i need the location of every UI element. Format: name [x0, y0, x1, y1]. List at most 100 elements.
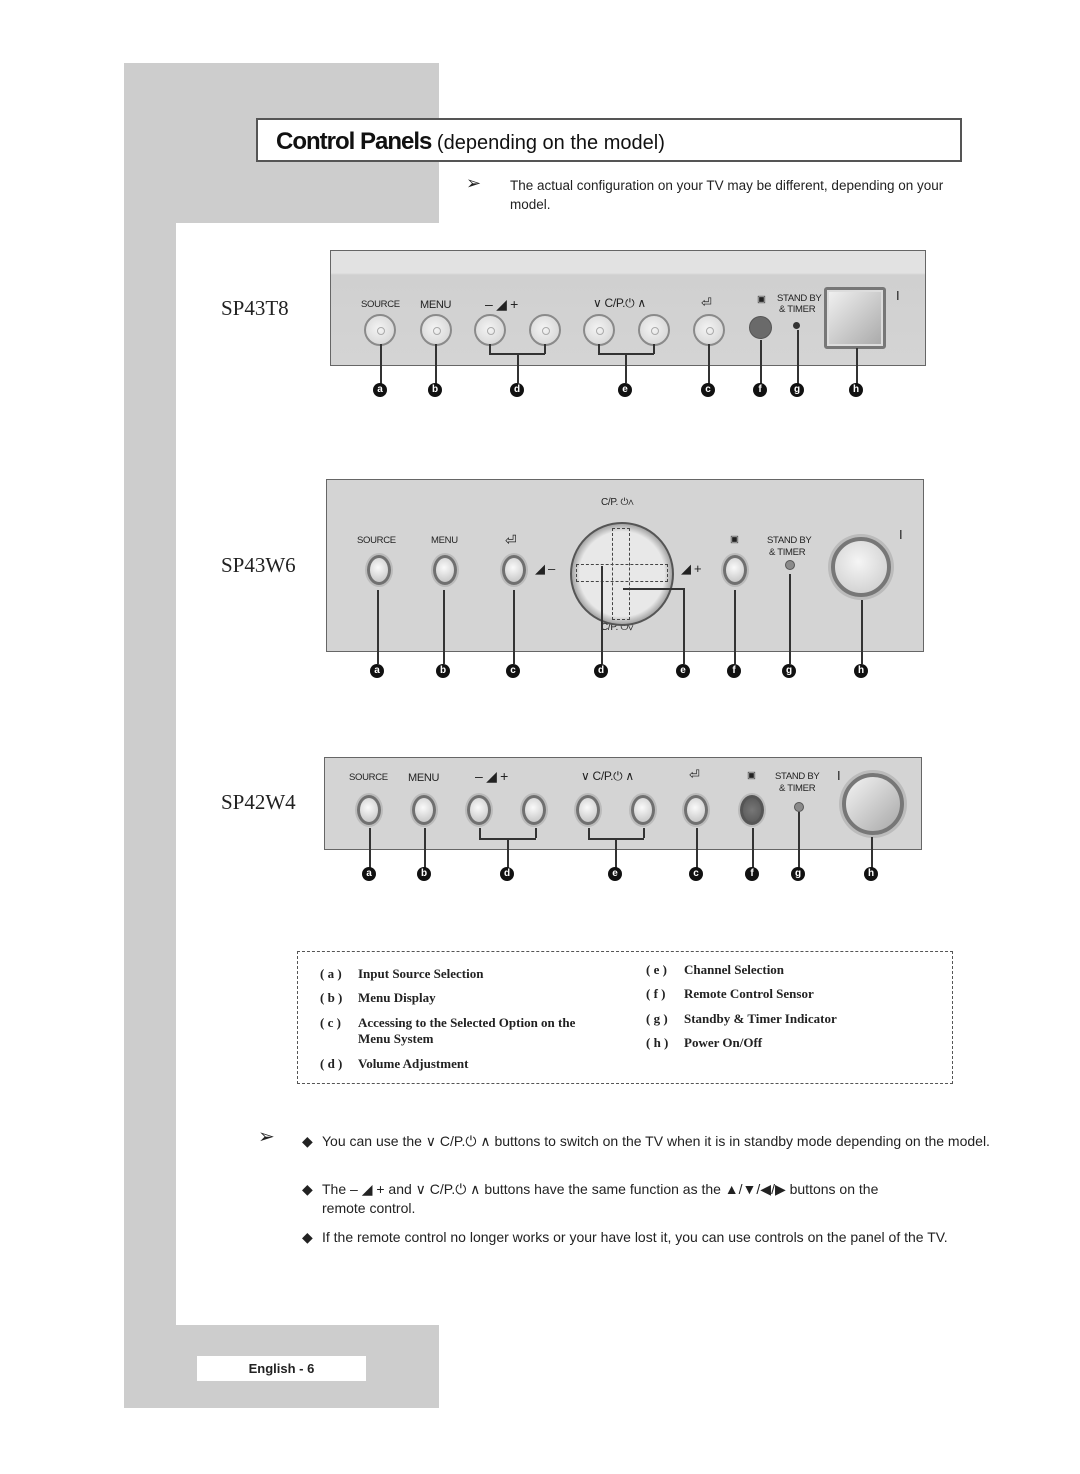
callout-c: c — [506, 664, 520, 678]
callout-c: c — [689, 867, 703, 881]
channel-down-button[interactable] — [576, 795, 600, 825]
bullet-diamond-icon: ◆ — [302, 1133, 313, 1149]
power-mark: I — [899, 527, 903, 542]
callout-line — [517, 353, 519, 383]
callout-line — [615, 838, 617, 868]
callout-c: c — [701, 383, 715, 397]
control-panel-sp42w4: SOURCE MENU – ◢ + ∨ C/P.⏻ ∧ ⏎ ▣ STAND BY… — [324, 757, 922, 850]
callout-f: f — [753, 383, 767, 397]
callout-line — [861, 600, 863, 664]
legend-box: ( a ) Input Source Selection ( b ) Menu Di… — [297, 951, 953, 1084]
callout-line — [369, 828, 371, 868]
bullet-diamond-icon: ◆ — [302, 1181, 313, 1197]
callout-line — [424, 828, 426, 868]
page-number: English - 6 — [197, 1356, 366, 1381]
sensor-icon: ▣ — [747, 770, 756, 781]
standby-label: STAND BY — [777, 293, 822, 304]
enter-button[interactable] — [693, 314, 725, 346]
callout-a: a — [370, 664, 384, 678]
source-button[interactable] — [364, 314, 396, 346]
callout-line — [588, 828, 590, 838]
remote-sensor — [740, 795, 764, 825]
section-title: Control Panels (depending on the model) — [276, 128, 665, 155]
model-label-sp43w6: SP43W6 — [221, 553, 296, 577]
standby-indicator — [785, 560, 795, 570]
remote-sensor — [749, 316, 772, 339]
callout-line — [601, 566, 603, 664]
menu-button[interactable] — [433, 555, 457, 585]
callout-h: h — [849, 383, 863, 397]
callout-line — [535, 828, 537, 838]
source-button[interactable] — [357, 795, 381, 825]
source-label: SOURCE — [357, 535, 396, 546]
callout-line — [798, 812, 800, 868]
volume-down-label: ◢ – — [535, 561, 555, 576]
callout-line — [643, 828, 645, 838]
power-button[interactable] — [842, 773, 904, 835]
volume-rocker[interactable] — [576, 564, 668, 582]
sensor-button[interactable] — [723, 555, 747, 585]
channel-up-button[interactable] — [638, 314, 670, 346]
callout-line — [443, 590, 445, 664]
menu-button[interactable] — [420, 314, 452, 346]
model-label-sp42w4: SP42W4 — [221, 790, 296, 814]
callout-b: b — [436, 664, 450, 678]
callout-line — [696, 828, 698, 868]
volume-label: – ◢ + — [485, 296, 519, 312]
callout-g: g — [791, 867, 805, 881]
source-button[interactable] — [367, 555, 391, 585]
menu-label: MENU — [431, 535, 458, 546]
model-label-sp43t8: SP43T8 — [221, 296, 289, 320]
sensor-icon: ▣ — [757, 294, 766, 305]
timer-label: & TIMER — [779, 304, 816, 315]
channel-up-label: C/P. ⏻∧ — [601, 497, 634, 508]
callout-line — [760, 340, 762, 384]
callout-b: b — [428, 383, 442, 397]
channel-down-button[interactable] — [583, 314, 615, 346]
callout-line — [623, 588, 683, 590]
power-mark: I — [837, 768, 841, 783]
enter-icon: ⏎ — [505, 532, 517, 548]
callout-line — [871, 837, 873, 868]
callout-e: e — [608, 867, 622, 881]
callout-line — [513, 590, 515, 664]
callout-h: h — [854, 664, 868, 678]
callout-line — [734, 590, 736, 664]
note-arrow-icon: ➢ — [258, 1126, 275, 1148]
callout-b: b — [417, 867, 431, 881]
callout-line — [507, 838, 509, 868]
callout-line — [789, 574, 791, 664]
source-label: SOURCE — [361, 299, 400, 310]
menu-label: MENU — [408, 772, 440, 784]
joystick-ring — [570, 522, 674, 626]
callout-line — [797, 330, 799, 384]
callout-line — [752, 828, 754, 868]
volume-down-button[interactable] — [474, 314, 506, 346]
volume-down-button[interactable] — [467, 795, 491, 825]
callout-line — [856, 348, 858, 384]
volume-up-button[interactable] — [529, 314, 561, 346]
enter-icon: ⏎ — [701, 295, 712, 310]
power-button[interactable] — [824, 287, 886, 349]
volume-label: – ◢ + — [475, 768, 509, 784]
timer-label: & TIMER — [769, 547, 806, 558]
callout-a: a — [362, 867, 376, 881]
standby-label: STAND BY — [767, 535, 812, 546]
standby-label: STAND BY — [775, 771, 820, 782]
channel-up-button[interactable] — [631, 795, 655, 825]
bullet-diamond-icon: ◆ — [302, 1229, 313, 1245]
callout-line — [625, 353, 627, 383]
callout-line — [708, 344, 710, 384]
channel-label: ∨ C/P.⏻ ∧ — [581, 769, 634, 783]
timer-label: & TIMER — [779, 783, 816, 794]
callout-d: d — [594, 664, 608, 678]
menu-button[interactable] — [412, 795, 436, 825]
volume-up-button[interactable] — [522, 795, 546, 825]
enter-button[interactable] — [684, 795, 708, 825]
callout-line — [435, 344, 437, 384]
power-button[interactable] — [831, 537, 891, 597]
callout-f: f — [745, 867, 759, 881]
callout-line — [479, 828, 481, 838]
enter-button[interactable] — [502, 555, 526, 585]
callout-d: d — [510, 383, 524, 397]
